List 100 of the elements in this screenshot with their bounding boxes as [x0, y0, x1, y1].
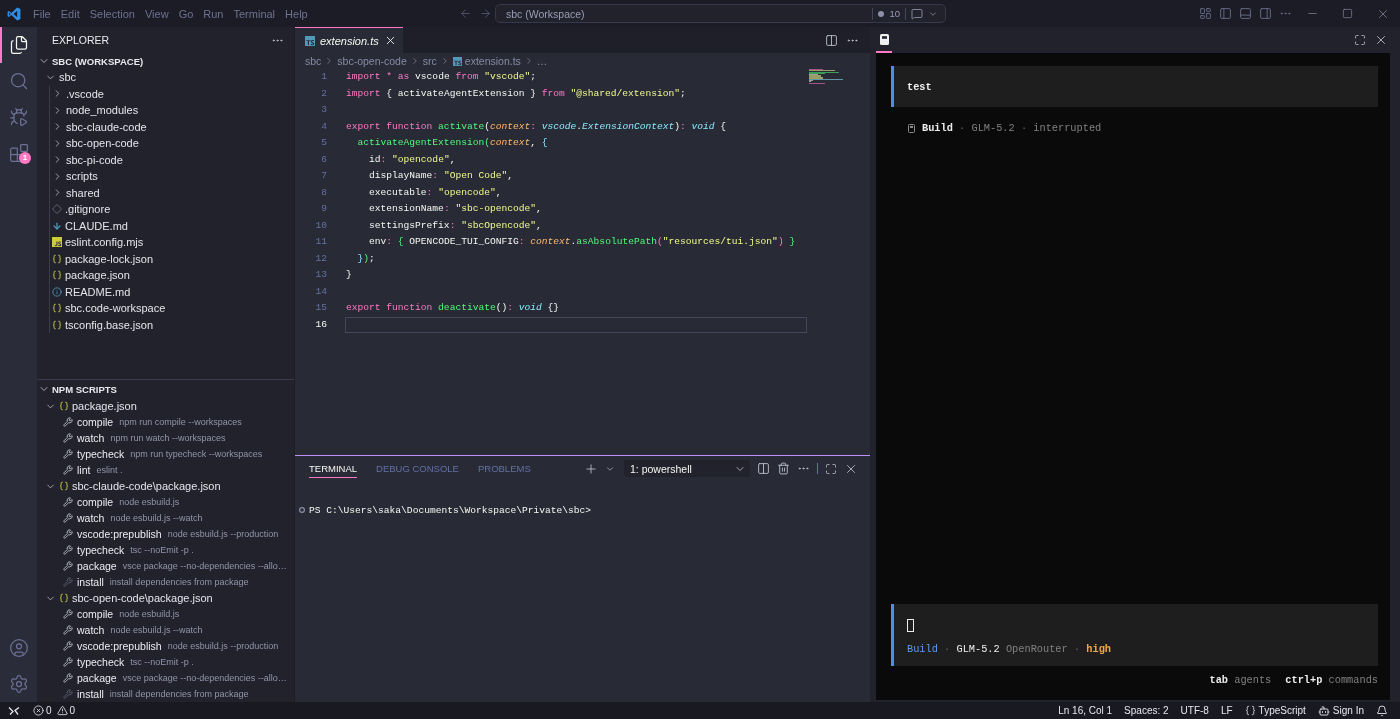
script-name[interactable]: typecheck — [77, 656, 125, 668]
menu-item[interactable]: Edit — [55, 7, 85, 20]
script-name[interactable]: typecheck — [77, 544, 125, 556]
script-name[interactable]: watch — [77, 624, 105, 636]
wrench-icon — [63, 433, 73, 443]
menu-item[interactable]: View — [139, 7, 174, 20]
code-line: activateAgentExtension(context, { — [356, 136, 549, 150]
panel-left-icon[interactable] — [1218, 7, 1232, 20]
wrench-icon — [63, 529, 73, 539]
tree-item[interactable]: package.json — [37, 398, 294, 414]
status-item[interactable]: LF — [1214, 705, 1239, 716]
script-command: install dependencies from package — [109, 577, 249, 587]
section-header[interactable]: SBC (WORKSPACE) — [37, 53, 294, 69]
tree-item[interactable]: sbc-open-code — [37, 135, 294, 152]
tree-item[interactable]: sbc-claude-code — [37, 118, 294, 135]
error-count[interactable]: 0 — [46, 705, 52, 716]
line-number: 10 — [314, 218, 328, 233]
script-name[interactable]: watch — [77, 512, 105, 524]
arrow-left-icon[interactable] — [458, 7, 472, 20]
pane-title: EXPLORER — [52, 34, 110, 46]
status-item[interactable]: Spaces: 2 — [1118, 705, 1175, 716]
code-line: displayName: "Open Code", — [368, 169, 514, 183]
wrench-icon — [63, 625, 73, 635]
breadcrumb-item[interactable]: sbc — [305, 55, 322, 67]
script-name[interactable]: install — [77, 576, 104, 588]
tree-item[interactable]: sbc-claude-code\package.json — [37, 478, 294, 494]
breadcrumb-item[interactable]: sbc-open-code — [337, 55, 407, 67]
editor-tab[interactable]: extension.ts — [295, 27, 403, 53]
close-icon[interactable] — [1374, 33, 1388, 47]
script-command: vsce package --no-dependencies --allo… — [122, 561, 287, 571]
line-number: 8 — [320, 185, 328, 200]
fullscreen-icon[interactable] — [825, 462, 837, 475]
tree-item[interactable]: package.json — [37, 267, 294, 284]
script-name[interactable]: package — [77, 560, 117, 572]
code-line: export function activate(context: vscode.ExtensionContext): void { — [345, 119, 728, 134]
trash-icon[interactable] — [777, 462, 790, 475]
status-item[interactable]: UTF-8 — [1174, 705, 1215, 716]
script-command: vsce package --no-dependencies --allo… — [122, 673, 287, 683]
script-name[interactable]: install — [77, 688, 104, 700]
script-name[interactable]: watch — [77, 432, 105, 444]
tree-item[interactable]: eslint.config.mjs — [37, 234, 294, 251]
tree-item[interactable]: sbc-pi-code — [37, 151, 294, 168]
status-item[interactable]: Sign In — [1311, 704, 1370, 717]
blocks-icon — [8, 143, 29, 163]
script-name[interactable]: compile — [77, 608, 114, 620]
split-terminal-icon[interactable] — [757, 462, 770, 475]
panel-tab[interactable]: TERMINAL — [309, 459, 358, 478]
status-item[interactable]: Ln 16, Col 1 — [1052, 705, 1119, 716]
breadcrumb-item[interactable]: … — [536, 55, 548, 67]
menu-item[interactable]: File — [28, 7, 56, 20]
menu-item[interactable]: Selection — [84, 7, 140, 20]
terminal-select[interactable]: 1: powershell — [624, 460, 750, 477]
braces-icon — [59, 481, 69, 491]
breadcrumb-item[interactable]: extension.ts — [452, 55, 521, 67]
angle-brackets-icon[interactable] — [8, 704, 20, 717]
arrow-right-icon[interactable] — [478, 7, 492, 20]
tree-item[interactable]: sbc.code-workspace — [37, 300, 294, 317]
braces-icon — [52, 253, 62, 264]
fullscreen-icon[interactable] — [1354, 34, 1366, 46]
warning-count[interactable]: 0 — [69, 705, 76, 716]
script-name[interactable]: lint — [77, 464, 91, 476]
script-name[interactable]: vscode:prepublish — [77, 528, 162, 540]
code-line: export function deactivate(): void {} — [345, 301, 561, 315]
wrench-icon — [63, 689, 73, 699]
menu-item[interactable]: Terminal — [228, 7, 281, 20]
menu-item[interactable]: Go — [173, 7, 199, 20]
count-badge: 1 — [19, 152, 31, 164]
script-name[interactable]: package — [77, 672, 117, 684]
script-name[interactable]: compile — [77, 496, 114, 508]
script-name[interactable]: compile — [77, 416, 114, 428]
bell-icon[interactable] — [1376, 704, 1388, 717]
split-editor-icon[interactable] — [825, 33, 838, 47]
layout-icon[interactable] — [1198, 7, 1212, 20]
command-center[interactable]: sbc (Workspace) 10 — [495, 4, 946, 23]
tree-item[interactable]: .vscode — [37, 85, 294, 102]
plus-icon[interactable] — [584, 461, 598, 476]
tree-item[interactable]: node_modules — [37, 102, 294, 119]
section-header[interactable]: NPM SCRIPTS — [37, 380, 294, 398]
tree-item[interactable]: sbc-open-code\package.json — [37, 590, 294, 606]
script-command: npm run typecheck --workspaces — [130, 449, 263, 459]
chat-icon[interactable] — [911, 7, 923, 20]
braces-icon — [1244, 705, 1256, 716]
breadcrumb-item[interactable]: src — [422, 55, 437, 67]
menu-item[interactable]: Run — [198, 7, 229, 20]
tree-item[interactable]: package-lock.json — [37, 250, 294, 267]
tree-item[interactable]: scripts — [37, 168, 294, 185]
panel-bottom-icon[interactable] — [1238, 7, 1252, 20]
status-item[interactable]: TypeScript — [1238, 705, 1312, 716]
panel-right-icon[interactable] — [1258, 7, 1272, 20]
tree-item[interactable]: sbc — [37, 69, 294, 86]
tree-item[interactable]: CLAUDE.md — [37, 217, 294, 234]
tree-item[interactable]: .gitignore — [37, 201, 294, 218]
tree-item[interactable]: README.md — [37, 283, 294, 300]
script-name[interactable]: vscode:prepublish — [77, 640, 162, 652]
tree-item[interactable]: tsconfig.base.json — [37, 316, 294, 333]
wrench-icon — [63, 577, 73, 587]
script-name[interactable]: typecheck — [77, 448, 125, 460]
menu-item[interactable]: Help — [280, 7, 313, 20]
maximize-icon[interactable] — [1342, 8, 1353, 19]
tree-item[interactable]: shared — [37, 184, 294, 201]
